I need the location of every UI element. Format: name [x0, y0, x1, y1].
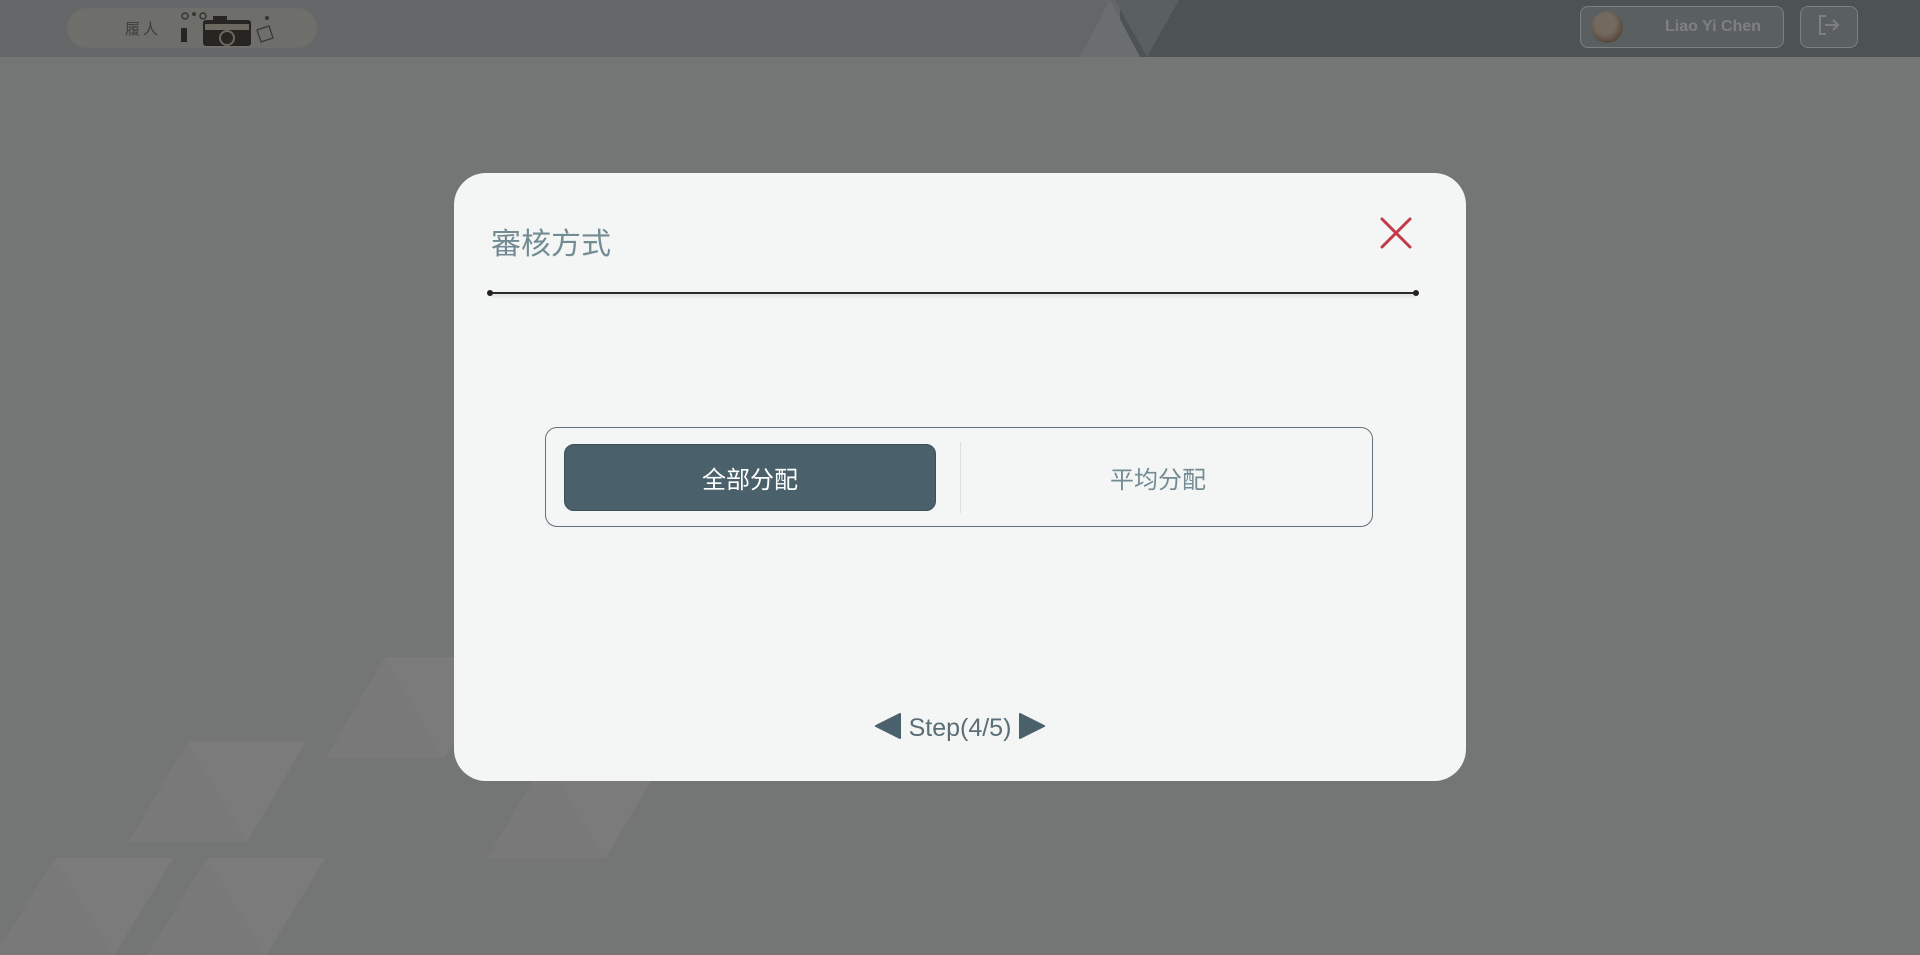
title-divider	[487, 290, 1419, 296]
dialog-title: 審核方式	[491, 227, 611, 262]
triangle-right-icon	[1018, 713, 1046, 743]
option-separator	[960, 442, 961, 513]
step-navigator: Step(4/5)	[454, 708, 1466, 748]
close-button[interactable]	[1378, 215, 1414, 251]
previous-step-button[interactable]	[873, 713, 903, 743]
review-method-dialog: 審核方式 全部分配 平均分配 Step(4/5)	[454, 173, 1466, 781]
option-assign-evenly-button[interactable]: 平均分配	[962, 444, 1354, 511]
next-step-button[interactable]	[1017, 713, 1047, 743]
option-assign-all-button[interactable]: 全部分配	[564, 444, 936, 511]
close-icon	[1378, 217, 1414, 255]
step-indicator: Step(4/5)	[908, 713, 1012, 742]
assignment-mode-toggle: 全部分配 平均分配	[545, 427, 1373, 527]
triangle-left-icon	[874, 713, 902, 743]
